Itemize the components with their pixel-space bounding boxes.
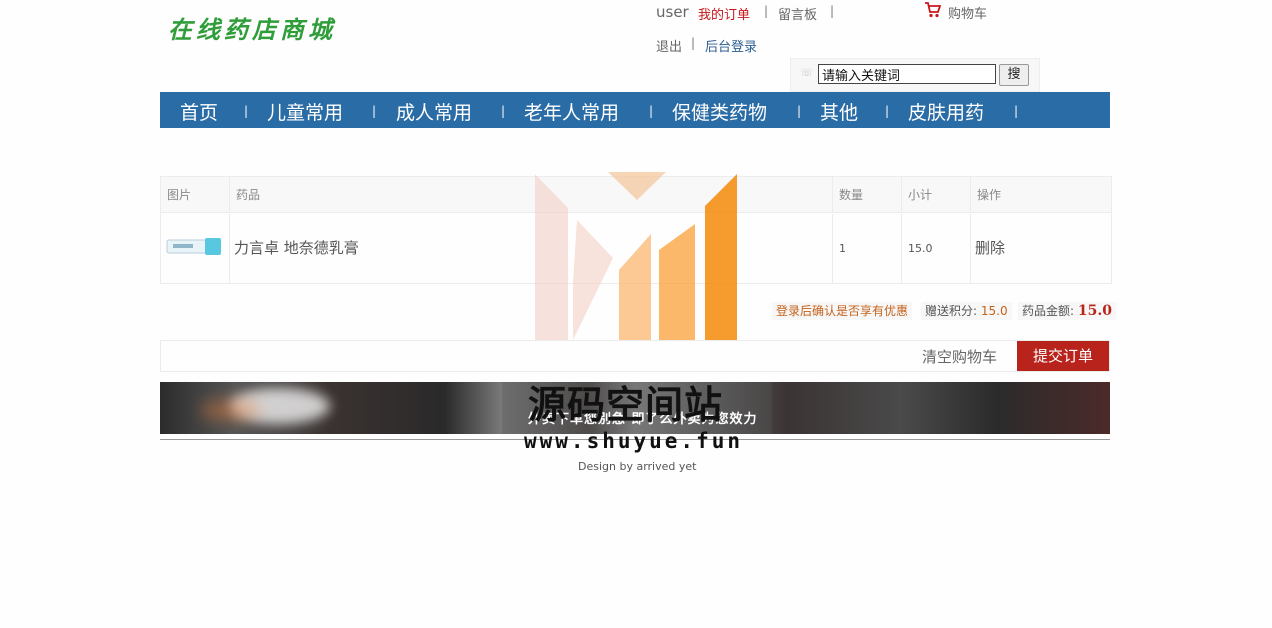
nav-item-home[interactable]: 首页 xyxy=(180,98,218,125)
my-orders-link[interactable]: 我的订单 xyxy=(698,4,750,23)
site-logo[interactable]: 在线药店商城 xyxy=(168,10,336,45)
username: user xyxy=(656,3,689,21)
clear-cart-button[interactable]: 清空购物车 xyxy=(922,346,997,367)
nav-separator: | xyxy=(797,104,802,118)
header-action: 操作 xyxy=(971,177,1111,213)
total-label: 药品金额: xyxy=(1022,304,1075,318)
submit-order-button[interactable]: 提交订单 xyxy=(1017,341,1109,371)
quantity-value: 1 xyxy=(833,214,902,283)
footer-credit: Design by arrived yet xyxy=(578,460,697,473)
subtotal-value: 15.0 xyxy=(902,214,971,283)
cart-link[interactable]: 购物车 xyxy=(948,3,987,22)
logout-link[interactable]: 退出 xyxy=(656,36,682,55)
header-separator: | xyxy=(764,4,769,18)
watermark-title: 源码空间站 xyxy=(528,383,724,427)
main-nav: 首页 | 儿童常用 | 成人常用 | 老年人常用 | 保健类药物 | 其他 | … xyxy=(160,92,1110,128)
ointment-tube-image xyxy=(166,238,221,255)
watermark-logo xyxy=(535,172,737,340)
delete-button[interactable]: 删除 xyxy=(971,214,1111,283)
points-label: 赠送积分: xyxy=(925,304,978,318)
nav-item-adults[interactable]: 成人常用 xyxy=(396,98,472,125)
nav-item-other[interactable]: 其他 xyxy=(820,98,858,125)
nav-item-health[interactable]: 保健类药物 xyxy=(672,98,767,125)
product-thumbnail[interactable] xyxy=(161,214,230,283)
header-subtotal: 小计 xyxy=(902,177,971,213)
product-name[interactable]: 力言卓 地奈德乳膏 xyxy=(230,214,833,283)
message-board-link[interactable]: 留言板 xyxy=(778,4,817,23)
phone-icon: ☏ xyxy=(800,66,814,79)
nav-separator: | xyxy=(244,104,249,118)
nav-item-skin[interactable]: 皮肤用药 xyxy=(908,98,984,125)
watermark-url: www.shuyue.fun xyxy=(524,429,744,453)
search-input[interactable] xyxy=(818,64,996,84)
nav-separator: | xyxy=(649,104,654,118)
nav-item-children[interactable]: 儿童常用 xyxy=(267,98,343,125)
header-separator: | xyxy=(691,36,696,50)
admin-login-link[interactable]: 后台登录 xyxy=(705,36,757,55)
total-summary: 药品金额: 15.0 xyxy=(1018,302,1116,320)
header-quantity: 数量 xyxy=(833,177,902,213)
banner-light-blur xyxy=(200,400,260,420)
nav-item-elderly[interactable]: 老年人常用 xyxy=(524,98,619,125)
total-value: 15.0 xyxy=(1077,303,1112,319)
header-separator: | xyxy=(830,4,835,18)
cart-icon[interactable] xyxy=(924,1,942,19)
search-button[interactable]: 搜 xyxy=(999,64,1029,86)
nav-separator: | xyxy=(372,104,377,118)
header-image: 图片 xyxy=(161,177,230,213)
points-summary: 赠送积分: 15.0 xyxy=(921,302,1012,320)
login-discount-notice: 登录后确认是否享有优惠 xyxy=(772,302,913,320)
nav-separator: | xyxy=(1014,104,1019,118)
nav-separator: | xyxy=(885,104,890,118)
header-product: 药品 xyxy=(230,177,833,213)
nav-separator: | xyxy=(501,104,506,118)
points-value: 15.0 xyxy=(980,304,1008,318)
